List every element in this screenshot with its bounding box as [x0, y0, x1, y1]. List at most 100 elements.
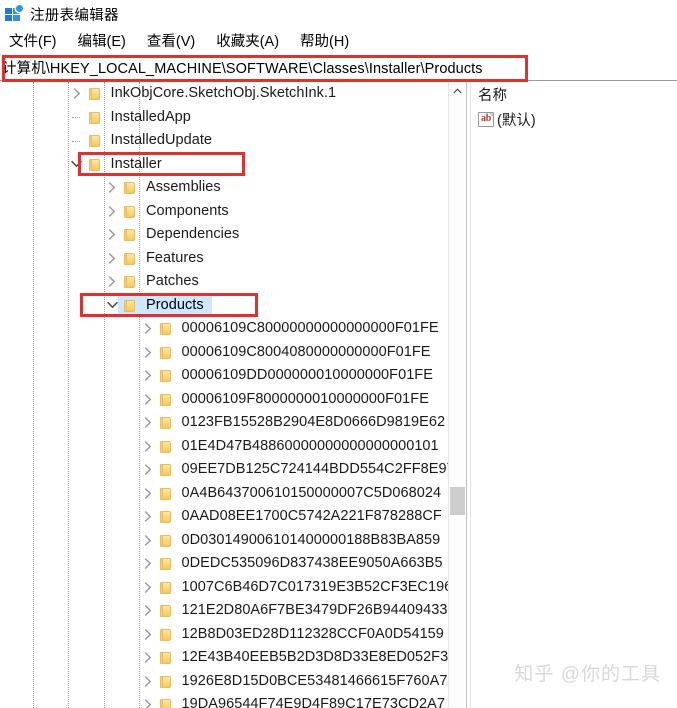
tree-item-00006109dd000000010000000f01fe[interactable]: 00006109DD000000010000000F01FE	[0, 364, 448, 388]
tree-item-label: 09EE7DB125C724144BDD554C2FF8E97	[181, 461, 449, 477]
ab-string-icon: ab	[478, 111, 494, 127]
tree-item-0123fb15528b2904e8d0666d9819e62[interactable]: 0123FB15528B2904E8D0666D9819E62	[0, 411, 448, 435]
tree-item-01e4d47b48860000000000000000101[interactable]: 01E4D47B48860000000000000000101	[0, 435, 448, 459]
tree-vertical-scrollbar[interactable]	[448, 82, 465, 708]
tree-item-components[interactable]: Components	[0, 200, 448, 224]
column-header-name: 名称	[478, 87, 507, 104]
tree-item-label: 0123FB15528B2904E8D0666D9819E62	[181, 414, 446, 430]
tree-item-patches[interactable]: Patches	[0, 270, 448, 294]
tree-item-00006109c8004080000000000f01fe[interactable]: 00006109C8004080000000000F01FE	[0, 341, 448, 365]
chevron-right-icon[interactable]	[140, 415, 156, 431]
folder-icon	[159, 440, 175, 453]
chevron-right-icon[interactable]	[104, 227, 120, 243]
folder-icon	[159, 557, 175, 571]
folder-icon	[159, 322, 175, 336]
folder-icon	[88, 134, 104, 148]
chevron-down-icon[interactable]	[104, 297, 120, 313]
chevron-right-icon[interactable]	[140, 697, 156, 708]
chevron-right-icon[interactable]	[140, 579, 156, 595]
tree-item-installer[interactable]: Installer	[0, 153, 448, 177]
address-input[interactable]: 计算机\HKEY_LOCAL_MACHINE\SOFTWARE\Classes\…	[0, 57, 483, 78]
tree-item-label: Assemblies	[146, 179, 221, 195]
menu-item-help[interactable]: 帮助(H)	[299, 29, 350, 52]
folder-icon	[159, 628, 175, 641]
tree-item-label: Installer	[110, 155, 162, 172]
tree-item-installedupdate[interactable]: InstalledUpdate	[0, 129, 448, 153]
tree-item-label: 1007C6B46D7C017319E3B52CF3EC196	[181, 578, 449, 595]
tree-item-1007c6b46d7c017319e3b52cf3ec196[interactable]: 1007C6B46D7C017319E3B52CF3EC196	[0, 576, 448, 600]
tree-item-00006109f8000000010000000f01fe[interactable]: 00006109F8000000010000000F01FE	[0, 388, 448, 412]
tree-item-label: Patches	[146, 273, 199, 289]
tree-item-12b8d03ed28d112328ccf0a0d54159[interactable]: 12B8D03ED28D112328CCF0A0D54159	[0, 623, 448, 647]
chevron-right-icon[interactable]	[140, 556, 156, 572]
tree-item-0a4b643700610150000007c5d068024[interactable]: 0A4B643700610150000007C5D068024	[0, 482, 448, 506]
tree-item-label: InkObjCore.SketchObj.SketchInk.1	[110, 85, 337, 101]
folder-icon	[159, 487, 175, 500]
chevron-right-icon[interactable]	[140, 321, 156, 337]
chevron-right-icon[interactable]	[140, 344, 156, 360]
folder-icon	[159, 581, 175, 594]
tree-item-12e43b40eeb5b2d3d8d33e8ed052f34[interactable]: 12E43B40EEB5B2D3D8D33E8ED052F34	[0, 646, 448, 670]
tree-item-products[interactable]: Products	[0, 294, 448, 318]
tree-item-label: 0AAD08EE1700C5742A221F878288CF	[181, 508, 442, 524]
watermark: 知乎 @你的工具	[514, 664, 661, 685]
chevron-up-icon[interactable]	[449, 82, 466, 99]
tree-item-label: 0A4B643700610150000007C5D068024	[181, 484, 442, 501]
menu-item-favorites[interactable]: 收藏夹(A)	[215, 29, 280, 52]
tree-item-inkobjcore-sketchobj-sketchink-1[interactable]: InkObjCore.SketchObj.SketchInk.1	[0, 82, 448, 106]
registry-editor-icon	[5, 5, 23, 23]
folder-icon	[124, 252, 139, 265]
registry-key-tree[interactable]: InkObjCore.SketchObj.SketchInk.1 Installe…	[0, 82, 448, 708]
tree-leaf-connector	[69, 133, 85, 149]
chevron-right-icon[interactable]	[104, 250, 120, 266]
folder-icon	[159, 369, 175, 383]
chevron-right-icon[interactable]	[104, 180, 120, 196]
chevron-right-icon[interactable]	[140, 485, 156, 501]
chevron-right-icon[interactable]	[140, 626, 156, 642]
chevron-right-icon[interactable]	[104, 203, 120, 219]
value-row-default[interactable]: ab (默认)	[471, 108, 677, 130]
chevron-right-icon[interactable]	[140, 603, 156, 619]
menu-item-file[interactable]: 文件(F)	[8, 29, 58, 52]
tree-item-label: 1926E8D15D0BCE53481466615F760A7	[181, 672, 448, 689]
chevron-right-icon[interactable]	[140, 650, 156, 666]
tree-item-0aad08ee1700c5742a221f878288cf[interactable]: 0AAD08EE1700C5742A221F878288CF	[0, 505, 448, 529]
folder-icon	[159, 346, 175, 359]
chevron-right-icon[interactable]	[140, 462, 156, 478]
tree-item-1926e8d15d0bce53481466615f760a7[interactable]: 1926E8D15D0BCE53481466615F760A7	[0, 670, 448, 694]
chevron-down-icon[interactable]	[69, 156, 85, 172]
chevron-right-icon[interactable]	[69, 86, 85, 102]
tree-item-label: 0DEDC535096D837438EE9050A663B5	[181, 555, 443, 571]
tree-item-label: 00006109C8004080000000000F01FE	[181, 343, 431, 360]
folder-icon	[159, 698, 175, 708]
tree-item-121e2d80a6f7be3479df26b94409433[interactable]: 121E2D80A6F7BE3479DF26B94409433	[0, 599, 448, 623]
address-bar[interactable]: 计算机\HKEY_LOCAL_MACHINE\SOFTWARE\Classes\…	[0, 55, 677, 81]
chevron-right-icon[interactable]	[140, 532, 156, 548]
tree-leaf-connector	[69, 109, 85, 125]
tree-item-dependencies[interactable]: Dependencies	[0, 223, 448, 247]
menu-item-edit[interactable]: 编辑(E)	[77, 29, 127, 52]
tree-item-label: 00006109C80000000000000000F01FE	[181, 320, 439, 336]
tree-item-assemblies[interactable]: Assemblies	[0, 176, 448, 200]
tree-item-0dedc535096d837438ee9050a663b5[interactable]: 0DEDC535096D837438EE9050A663B5	[0, 552, 448, 576]
tree-item-installedapp[interactable]: InstalledApp	[0, 106, 448, 130]
tree-item-00006109c80000000000000000f01fe[interactable]: 00006109C80000000000000000F01FE	[0, 317, 448, 341]
folder-icon	[159, 534, 175, 547]
folder-icon	[88, 111, 104, 124]
chevron-right-icon[interactable]	[104, 274, 120, 290]
tree-item-19da96544f74e9d4f89c17e73cd2a7[interactable]: 19DA96544F74E9D4F89C17E73CD2A7	[0, 693, 448, 708]
folder-icon	[159, 604, 175, 618]
registry-values-pane[interactable]: 名称 ab (默认)	[471, 82, 677, 708]
folder-icon	[159, 651, 175, 665]
chevron-right-icon[interactable]	[140, 368, 156, 384]
scrollbar-thumb[interactable]	[450, 487, 465, 515]
ab-string-icon-text: ab	[481, 113, 491, 124]
chevron-right-icon[interactable]	[140, 391, 156, 407]
chevron-right-icon[interactable]	[140, 673, 156, 689]
tree-item-0d030149006101400000188b83ba859[interactable]: 0D030149006101400000188B83BA859	[0, 529, 448, 553]
menu-item-view[interactable]: 查看(V)	[146, 29, 196, 52]
tree-item-features[interactable]: Features	[0, 247, 448, 271]
chevron-right-icon[interactable]	[140, 509, 156, 525]
tree-item-09ee7db125c724144bdd554c2ff8e97[interactable]: 09EE7DB125C724144BDD554C2FF8E97	[0, 458, 448, 482]
chevron-right-icon[interactable]	[140, 438, 156, 454]
